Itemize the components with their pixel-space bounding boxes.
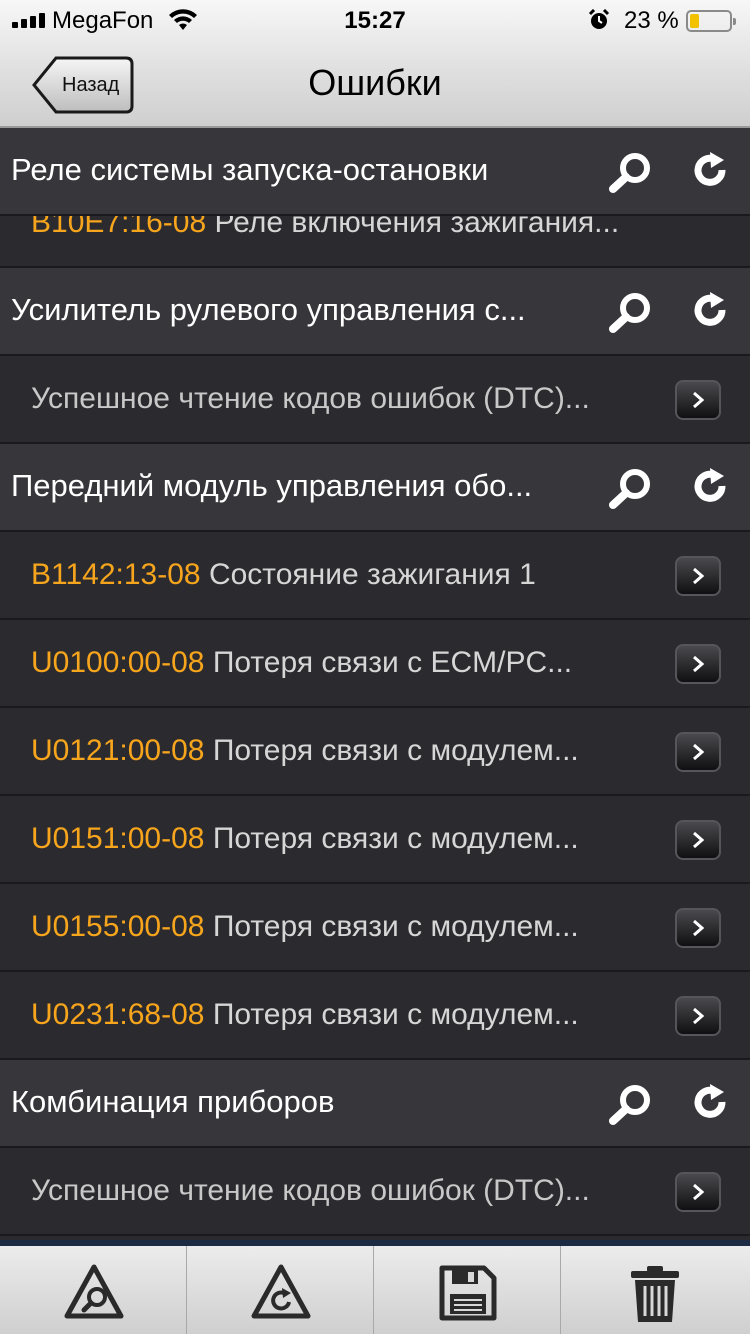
list-item[interactable]: Успешное чтение кодов ошибок (DTC)... bbox=[0, 356, 750, 444]
search-errors-button[interactable] bbox=[0, 1246, 187, 1334]
search-icon[interactable] bbox=[607, 468, 653, 510]
chevron-right-icon[interactable] bbox=[675, 820, 721, 860]
search-errors-icon bbox=[64, 1264, 124, 1319]
screen: MegaFon 15:27 23 % Назад Ошибки B10E7:16… bbox=[0, 0, 750, 1334]
error-list: B10E7:16-08 Реле включения зажигания... … bbox=[0, 128, 750, 1240]
refresh-errors-button[interactable] bbox=[187, 1246, 374, 1334]
refresh-icon[interactable] bbox=[692, 292, 728, 328]
error-description: Потеря связи с ECM/PC... bbox=[212, 646, 573, 679]
section-title: Передний модуль управления обо... bbox=[11, 468, 533, 503]
error-code: U0121:00-08 bbox=[31, 734, 205, 767]
refresh-icon[interactable] bbox=[692, 152, 728, 188]
status-message: Успешное чтение кодов ошибок (DTC)... bbox=[31, 382, 590, 415]
error-description: Потеря связи с модулем... bbox=[212, 998, 579, 1031]
error-code: U0100:00-08 bbox=[31, 646, 205, 679]
chevron-right-icon[interactable] bbox=[675, 732, 721, 772]
section-header: Усилитель рулевого управления с... bbox=[0, 268, 750, 356]
chevron-right-icon[interactable] bbox=[675, 908, 721, 948]
search-icon[interactable] bbox=[607, 152, 653, 194]
top-bar: MegaFon 15:27 23 % Назад Ошибки bbox=[0, 0, 750, 128]
list-item[interactable]: U0231:68-08 Потеря связи с модулем... bbox=[0, 972, 750, 1060]
error-description: Потеря связи с модулем... bbox=[212, 822, 579, 855]
error-description: Потеря связи с модулем... bbox=[212, 734, 579, 767]
section-title: Усилитель рулевого управления с... bbox=[11, 292, 526, 327]
error-code: B1142:13-08 bbox=[31, 558, 201, 591]
battery-percent: 23 % bbox=[624, 7, 679, 34]
list-item[interactable]: U0151:00-08 Потеря связи с модулем... bbox=[0, 796, 750, 884]
refresh-icon[interactable] bbox=[692, 468, 728, 504]
refresh-icon[interactable] bbox=[692, 1084, 728, 1120]
chevron-right-icon[interactable] bbox=[675, 1172, 721, 1212]
list-item[interactable]: B1142:13-08 Состояние зажигания 1 bbox=[0, 532, 750, 620]
section-header: Комбинация приборов bbox=[0, 1060, 750, 1148]
battery-icon bbox=[686, 10, 736, 32]
bottom-toolbar bbox=[0, 1240, 750, 1334]
list-item[interactable]: Успешное чтение кодов ошибок (DTC)... bbox=[0, 1148, 750, 1236]
status-message: Успешное чтение кодов ошибок (DTC)... bbox=[31, 1174, 590, 1207]
chevron-right-icon[interactable] bbox=[675, 556, 721, 596]
chevron-right-icon[interactable] bbox=[675, 644, 721, 684]
chevron-right-icon[interactable] bbox=[675, 996, 721, 1036]
trash-icon bbox=[631, 1266, 679, 1322]
section-header: Передний модуль управления обо... bbox=[0, 444, 750, 532]
section-header: Реле системы запуска-остановки bbox=[0, 128, 750, 216]
error-code: U0151:00-08 bbox=[31, 822, 205, 855]
error-description: Состояние зажигания 1 bbox=[208, 558, 536, 591]
delete-button[interactable] bbox=[561, 1246, 748, 1334]
list-item[interactable]: U0155:00-08 Потеря связи с модулем... bbox=[0, 884, 750, 972]
section-title: Комбинация приборов bbox=[11, 1084, 335, 1119]
alarm-icon bbox=[588, 9, 610, 29]
page-title: Ошибки bbox=[308, 62, 442, 103]
error-code: U0231:68-08 bbox=[31, 998, 205, 1031]
save-icon bbox=[439, 1265, 497, 1321]
error-description: Потеря связи с модулем... bbox=[212, 910, 579, 943]
list-item[interactable]: U0121:00-08 Потеря связи с модулем... bbox=[0, 708, 750, 796]
status-bar: MegaFon 15:27 23 % bbox=[0, 0, 750, 40]
section-title: Реле системы запуска-остановки bbox=[11, 152, 489, 187]
refresh-errors-icon bbox=[251, 1264, 311, 1319]
chevron-right-icon[interactable] bbox=[675, 380, 721, 420]
save-button[interactable] bbox=[374, 1246, 561, 1334]
list-item[interactable]: U0100:00-08 Потеря связи с ECM/PC... bbox=[0, 620, 750, 708]
search-icon[interactable] bbox=[607, 1084, 653, 1126]
search-icon[interactable] bbox=[607, 292, 653, 334]
error-code: U0155:00-08 bbox=[31, 910, 205, 943]
